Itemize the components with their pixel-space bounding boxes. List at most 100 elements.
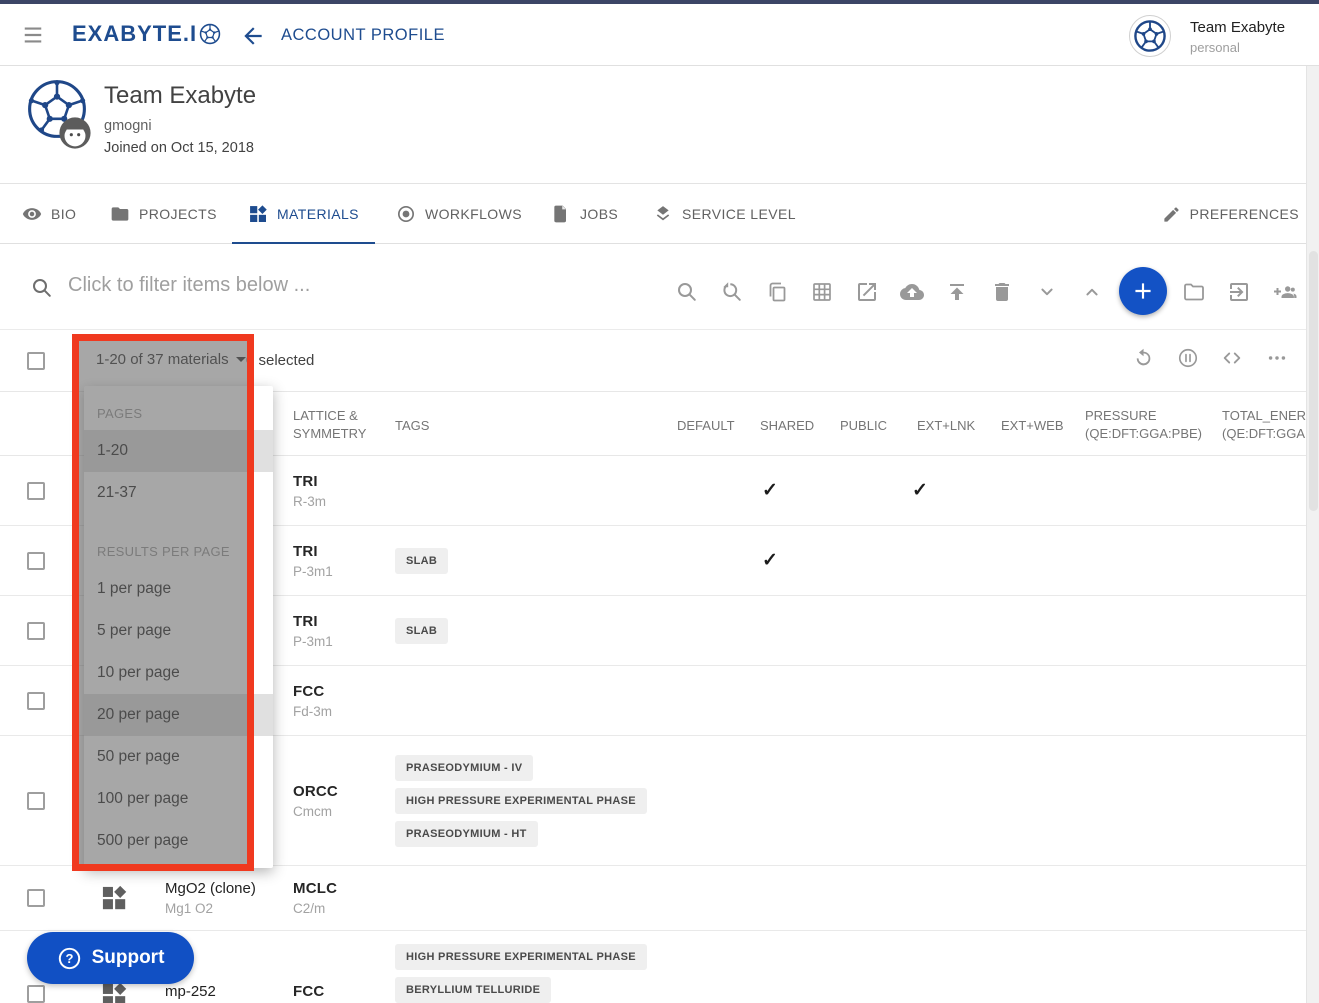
search-icon bbox=[30, 276, 54, 300]
search-refresh-icon bbox=[720, 280, 744, 304]
user-avatar[interactable] bbox=[1129, 15, 1171, 57]
menu-item-10-per-page[interactable]: 10 per page bbox=[84, 652, 273, 694]
material-formula: Mg1 O2 bbox=[165, 901, 290, 916]
column-header-ext+lnk[interactable]: EXT+LNK bbox=[917, 417, 981, 435]
tab-label: BIO bbox=[51, 206, 76, 222]
column-header-pressure[interactable]: PRESSURE (QE:DFT:GGA:PBE) bbox=[1085, 407, 1213, 443]
exabyte-logo[interactable]: EXABYTE.I bbox=[72, 21, 221, 47]
search-button[interactable] bbox=[675, 280, 699, 304]
more-horiz-button[interactable] bbox=[1266, 347, 1288, 369]
pagination-dropdown-trigger[interactable]: 1-20 of 37 materials bbox=[96, 351, 246, 368]
row-checkbox[interactable] bbox=[27, 692, 45, 710]
search-refresh-button[interactable] bbox=[720, 280, 744, 304]
cloud-upload-button[interactable] bbox=[900, 280, 924, 304]
tab-label: MATERIALS bbox=[277, 206, 359, 222]
publish-button[interactable] bbox=[945, 280, 969, 304]
tab-preferences[interactable]: PREFERENCES bbox=[1146, 184, 1315, 244]
menu-item-20-per-page[interactable]: 20 per page bbox=[84, 694, 273, 736]
lattice-cell: TRIR-3m bbox=[293, 456, 326, 525]
scrollbar-thumb[interactable] bbox=[1309, 251, 1318, 511]
copy-button[interactable] bbox=[765, 280, 789, 304]
menu-item-500-per-page[interactable]: 500 per page bbox=[84, 820, 273, 862]
column-header-tags[interactable]: TAGS bbox=[395, 417, 455, 435]
column-header-lattice[interactable]: LATTICE & SYMMETRY bbox=[293, 407, 388, 443]
menu-item-1-20[interactable]: 1-20 bbox=[84, 430, 273, 472]
column-header-default[interactable]: DEFAULT bbox=[677, 417, 747, 435]
rotate-left-button[interactable] bbox=[1132, 347, 1154, 369]
row-checkbox[interactable] bbox=[27, 792, 45, 810]
profile-username: gmogni bbox=[104, 118, 152, 134]
chevron-up-button[interactable] bbox=[1080, 280, 1104, 304]
menu-item-21-37[interactable]: 21-37 bbox=[84, 472, 273, 514]
materials-icon bbox=[248, 204, 268, 224]
vertical-scrollbar[interactable] bbox=[1306, 66, 1319, 1003]
tab-label: PREFERENCES bbox=[1190, 206, 1299, 222]
group-add-button[interactable] bbox=[1273, 280, 1297, 304]
lattice-type: MCLC bbox=[293, 880, 337, 897]
tab-label: SERVICE LEVEL bbox=[682, 206, 796, 222]
topbar-user-role: personal bbox=[1190, 40, 1240, 55]
column-header-total_energy[interactable]: TOTAL_ENERGY (QE:DFT:GGA:PBE) bbox=[1222, 407, 1306, 443]
folder-outline-button[interactable] bbox=[1182, 280, 1206, 304]
row-checkbox[interactable] bbox=[27, 622, 45, 640]
topbar-user-name: Team Exabyte bbox=[1190, 19, 1285, 36]
tab-service-level[interactable]: SERVICE LEVEL bbox=[637, 184, 812, 244]
service-level-icon bbox=[653, 204, 673, 224]
tab-materials[interactable]: MATERIALS bbox=[232, 184, 375, 244]
column-header-ext+web[interactable]: EXT+WEB bbox=[1001, 417, 1067, 435]
tab-label: WORKFLOWS bbox=[425, 206, 522, 222]
grid-icon bbox=[810, 280, 834, 304]
eye-icon bbox=[22, 204, 42, 224]
column-header-public[interactable]: PUBLIC bbox=[840, 417, 898, 435]
menu-item-50-per-page[interactable]: 50 per page bbox=[84, 736, 273, 778]
lattice-cell: ORCCCmcm bbox=[293, 736, 338, 865]
cloud-upload-icon bbox=[900, 280, 924, 304]
tab-bio[interactable]: BIO bbox=[6, 184, 92, 244]
menu-item-5-per-page[interactable]: 5 per page bbox=[84, 610, 273, 652]
account-profile-page: EXABYTE.I ACCOUNT PROFILE Team Exabyte p… bbox=[0, 0, 1319, 1003]
row-checkbox[interactable] bbox=[27, 985, 45, 1003]
svg-text:?: ? bbox=[65, 951, 73, 966]
pause-circle-icon bbox=[1177, 347, 1199, 369]
selection-toolbar: 1-20 of 37 materials 0 selected bbox=[0, 330, 1319, 392]
group-add-icon bbox=[1273, 280, 1297, 304]
support-button[interactable]: ? Support bbox=[27, 932, 194, 984]
tab-workflows[interactable]: WORKFLOWS bbox=[380, 184, 538, 244]
delete-button[interactable] bbox=[990, 280, 1014, 304]
menu-item-1-per-page[interactable]: 1 per page bbox=[84, 568, 273, 610]
shared-checkmark-icon: ✓ bbox=[755, 549, 785, 572]
add-button[interactable] bbox=[1119, 267, 1167, 315]
row-checkbox[interactable] bbox=[27, 889, 45, 907]
pause-circle-button[interactable] bbox=[1177, 347, 1199, 369]
tag-chip: SLAB bbox=[395, 618, 448, 644]
filter-input[interactable]: Click to filter items below ... bbox=[68, 274, 588, 297]
lattice-type: FCC bbox=[293, 683, 332, 700]
space-group: P-3m1 bbox=[293, 634, 333, 649]
exit-to-app-button[interactable] bbox=[1227, 280, 1251, 304]
open-in-new-icon bbox=[855, 280, 879, 304]
profile-name: Team Exabyte bbox=[104, 82, 256, 110]
brand-text: EXABYTE.I bbox=[72, 21, 197, 47]
table-row[interactable]: mp-252FCCHIGH PRESSURE EXPERIMENTAL PHAS… bbox=[0, 931, 1306, 1003]
tags-cell: PRASEODYMIUM - IVHIGH PRESSURE EXPERIMEN… bbox=[395, 736, 647, 865]
grid-button[interactable] bbox=[810, 280, 834, 304]
tab-projects[interactable]: PROJECTS bbox=[94, 184, 233, 244]
material-name-cell[interactable]: MgO2 (clone)Mg1 O2 bbox=[165, 866, 290, 930]
tab-jobs[interactable]: JOBS bbox=[535, 184, 634, 244]
back-arrow-icon[interactable] bbox=[240, 23, 266, 49]
select-all-checkbox[interactable] bbox=[27, 352, 45, 370]
column-header-shared[interactable]: SHARED bbox=[760, 417, 822, 435]
profile-tabs: BIO PROJECTS MATERIALS WORKFLOWS JOBS SERVICE… bbox=[0, 184, 1319, 244]
row-checkbox[interactable] bbox=[27, 482, 45, 500]
chevron-down-button[interactable] bbox=[1035, 280, 1059, 304]
row-checkbox[interactable] bbox=[27, 552, 45, 570]
open-in-new-button[interactable] bbox=[855, 280, 879, 304]
folder-icon bbox=[110, 204, 130, 224]
table-row[interactable]: MgO2 (clone)Mg1 O2MCLCC2/m bbox=[0, 866, 1306, 931]
tag-chip: HIGH PRESSURE EXPERIMENTAL PHASE bbox=[395, 788, 647, 814]
hamburger-menu-icon[interactable] bbox=[20, 24, 46, 46]
pagination-range-label: 1-20 of 37 materials bbox=[96, 351, 229, 368]
code-button[interactable] bbox=[1221, 347, 1243, 369]
menu-item-100-per-page[interactable]: 100 per page bbox=[84, 778, 273, 820]
lattice-cell: TRIP-3m1 bbox=[293, 526, 333, 595]
